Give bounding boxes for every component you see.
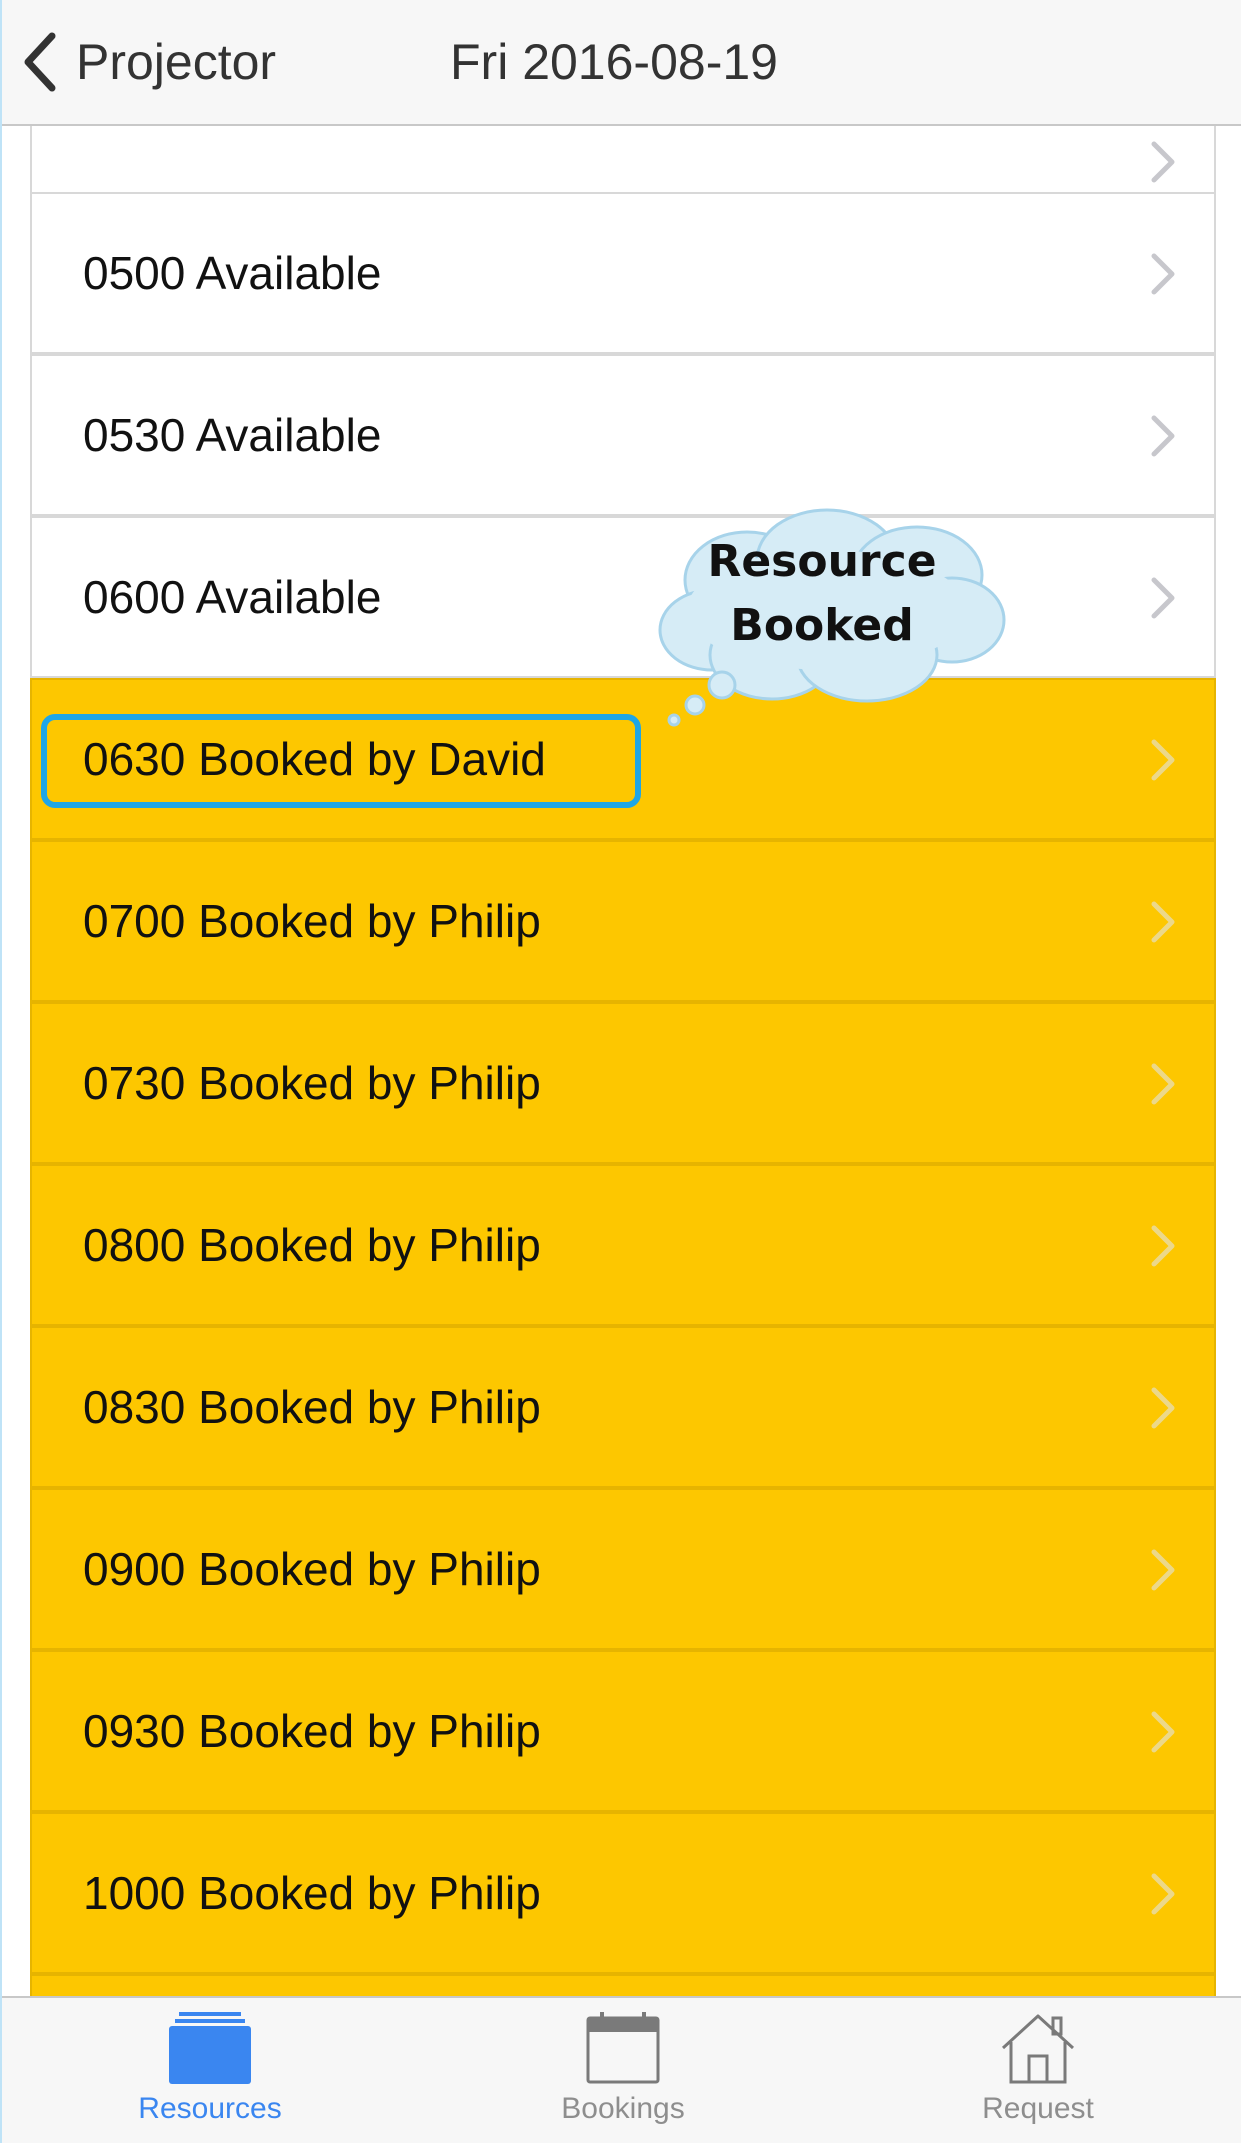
slot-label: 0600 Available	[83, 571, 382, 623]
chevron-right-icon	[1151, 141, 1175, 183]
chevron-right-icon	[1151, 1225, 1175, 1267]
list-item[interactable]: 1000 Booked by Philip	[30, 1812, 1216, 1974]
list-item[interactable]	[30, 1974, 1216, 1996]
list-item[interactable]: 0730 Booked by Philip	[30, 1002, 1216, 1164]
slot-label: 0930 Booked by Philip	[83, 1705, 541, 1757]
chevron-right-icon	[1151, 1711, 1175, 1753]
tab-bar: Resources Bookings Request	[2, 1996, 1241, 2143]
list-item[interactable]: 0530 Available	[30, 354, 1216, 516]
chevron-right-icon	[1151, 901, 1175, 943]
chevron-right-icon	[1151, 253, 1175, 295]
list-item[interactable]: 0500 Available	[30, 192, 1216, 354]
slot-label: 0730 Booked by Philip	[83, 1057, 541, 1109]
tab-request[interactable]: Request	[888, 1998, 1188, 2143]
slot-label: 0900 Booked by Philip	[83, 1543, 541, 1595]
page-title: Fri 2016-08-19	[450, 34, 778, 90]
slot-label: 1000 Booked by Philip	[83, 1867, 541, 1919]
app-screen: Projector Fri 2016-08-19 0500 Available …	[0, 0, 1241, 2143]
chevron-right-icon	[1151, 1063, 1175, 1105]
chevron-left-icon	[24, 32, 56, 92]
slot-label: 0630 Booked by David	[83, 733, 546, 785]
chevron-right-icon	[1151, 577, 1175, 619]
back-button[interactable]: Projector	[22, 30, 276, 94]
chevron-right-icon	[1151, 1873, 1175, 1915]
callout-line-1: Resource	[707, 536, 937, 587]
callout-line-2: Booked	[730, 600, 914, 651]
slot-label: 0800 Booked by Philip	[83, 1219, 541, 1271]
list-item[interactable]: 0600 Available	[30, 516, 1216, 678]
slot-label: 0830 Booked by Philip	[83, 1381, 541, 1433]
chevron-right-icon	[1151, 1549, 1175, 1591]
calendar-icon	[586, 2012, 660, 2084]
slot-label: 0530 Available	[83, 409, 382, 461]
resources-icon	[169, 2012, 251, 2084]
chevron-right-icon	[1151, 739, 1175, 781]
chevron-right-icon	[1151, 1387, 1175, 1429]
tab-resources[interactable]: Resources	[60, 1998, 360, 2143]
slot-label: 0500 Available	[83, 247, 382, 299]
list-item[interactable]: 0930 Booked by Philip	[30, 1650, 1216, 1812]
navigation-bar: Projector Fri 2016-08-19	[2, 0, 1241, 126]
tab-bookings[interactable]: Bookings	[473, 1998, 773, 2143]
list-item[interactable]: 0700 Booked by Philip	[30, 840, 1216, 1002]
callout-label: Resource Booked	[662, 530, 982, 658]
back-button-label: Projector	[76, 34, 277, 90]
list-item[interactable]: 0800 Booked by Philip	[30, 1164, 1216, 1326]
time-slot-list[interactable]: 0500 Available 0530 Available 0600 Avail…	[30, 126, 1216, 1996]
tab-label: Bookings	[561, 2092, 685, 2125]
house-icon	[1001, 2014, 1075, 2084]
list-item[interactable]: 0630 Booked by David	[30, 678, 1216, 840]
slot-label: 0700 Booked by Philip	[83, 895, 541, 947]
tab-label: Request	[982, 2092, 1094, 2125]
tab-label: Resources	[138, 2092, 282, 2125]
list-item[interactable]: 0830 Booked by Philip	[30, 1326, 1216, 1488]
list-item[interactable]: 0900 Booked by Philip	[30, 1488, 1216, 1650]
chevron-right-icon	[1151, 415, 1175, 457]
